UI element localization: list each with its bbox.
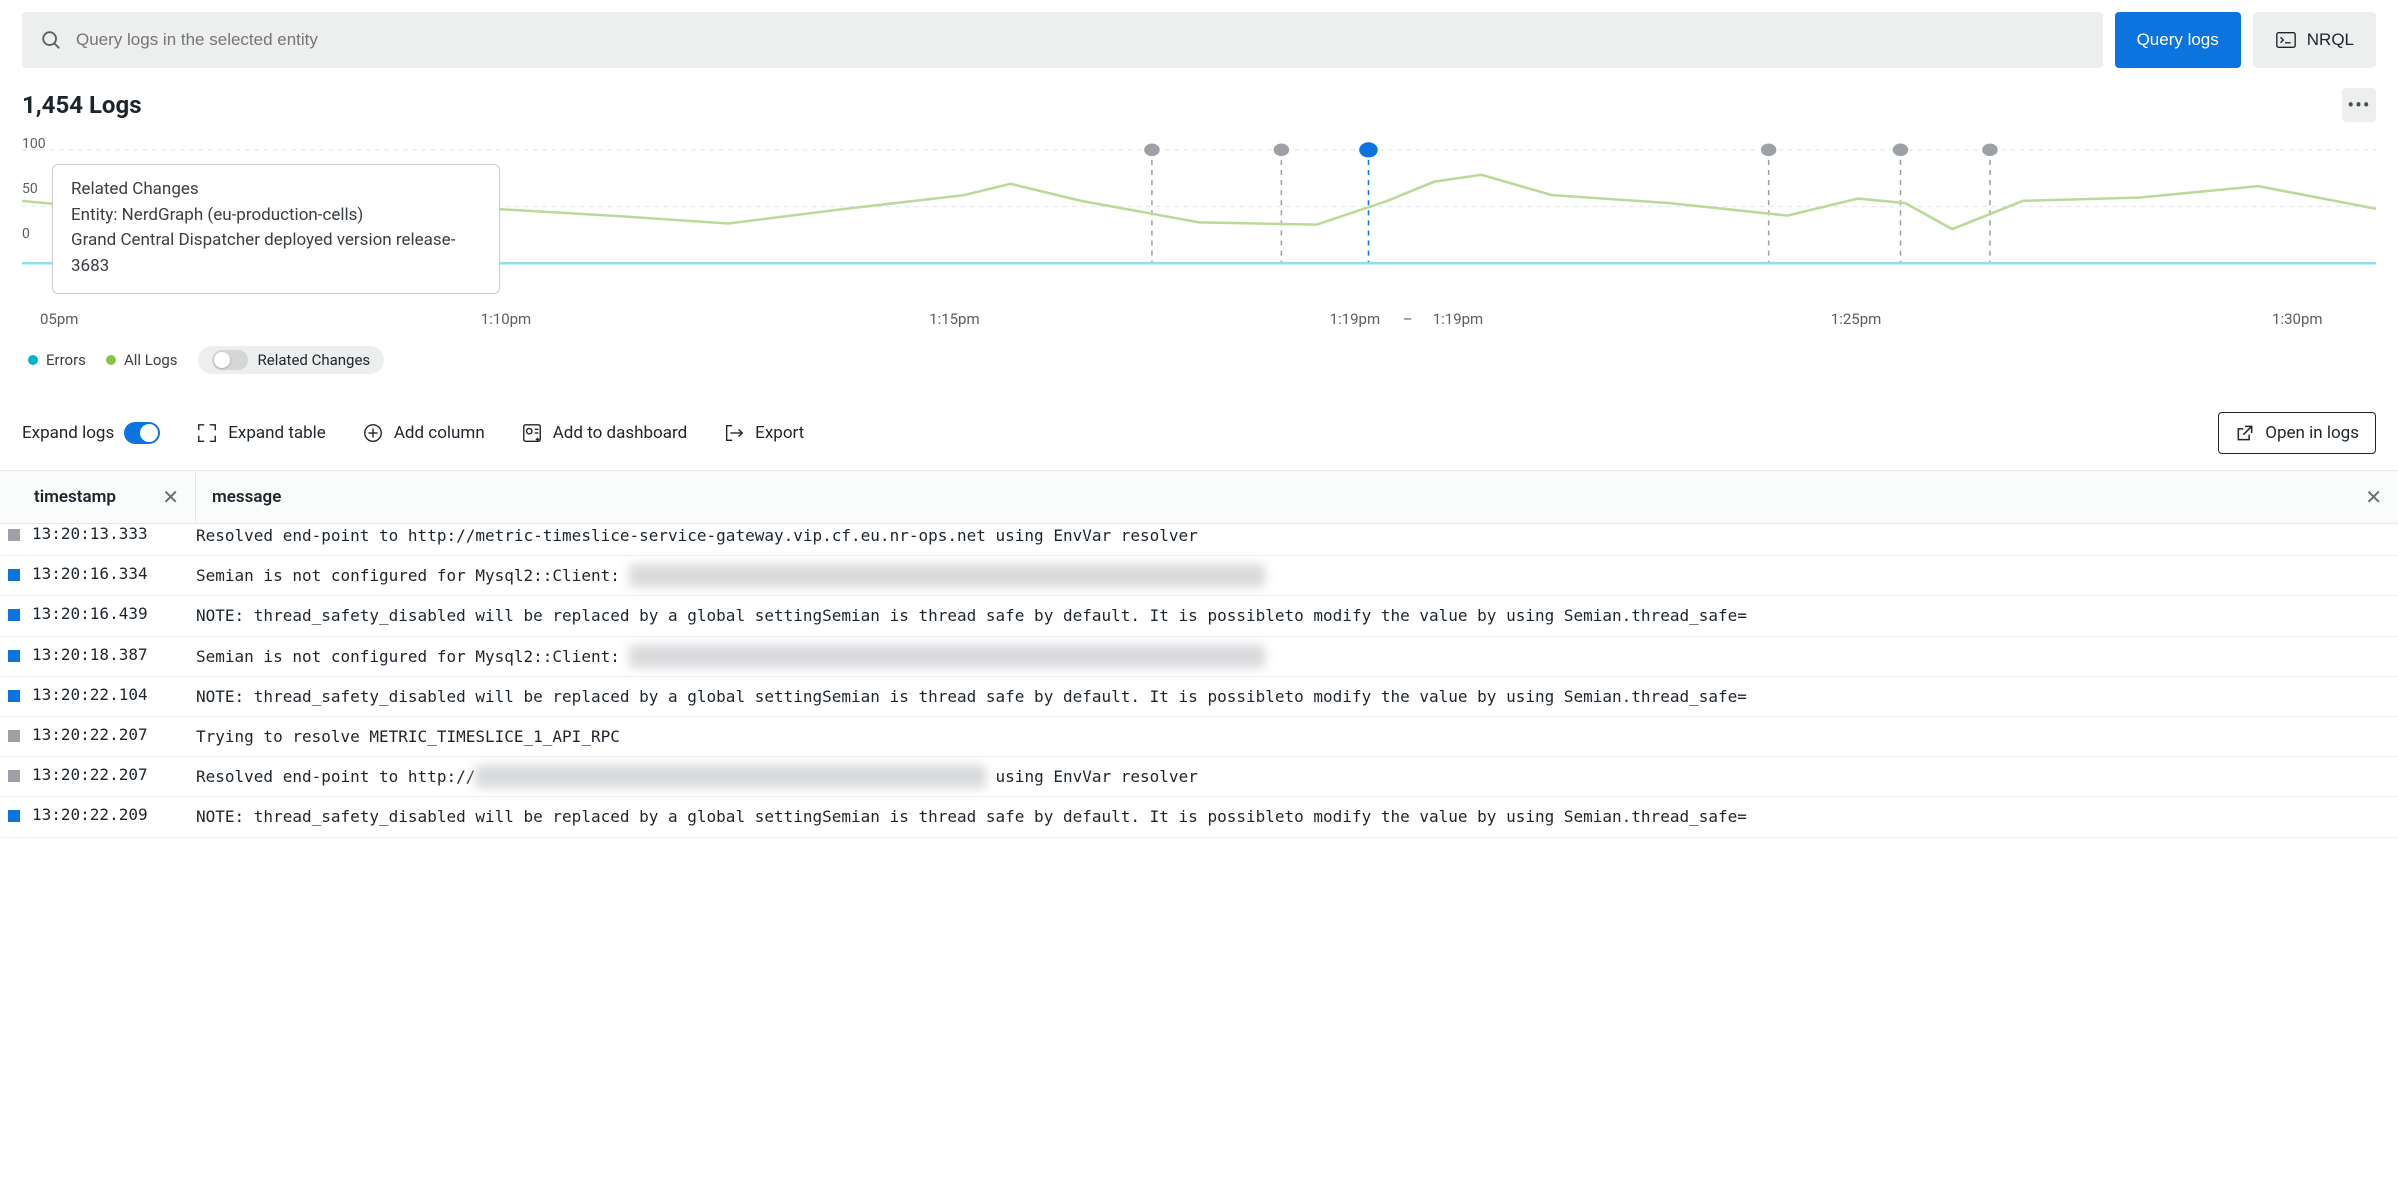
message-cell: Semian is not configured for Mysql2::Cli… bbox=[196, 645, 2398, 668]
external-link-icon bbox=[2235, 423, 2255, 443]
search-input[interactable] bbox=[76, 30, 2085, 50]
timestamp-cell: 13:20:22.207 bbox=[32, 725, 196, 748]
severity-square-icon bbox=[8, 529, 20, 541]
legend-all-logs[interactable]: All Logs bbox=[106, 351, 178, 369]
related-changes-label: Related Changes bbox=[258, 351, 371, 369]
table-row[interactable]: 13:20:22.207Trying to resolve METRIC_TIM… bbox=[0, 717, 2398, 757]
title-row: 1,454 Logs ••• bbox=[0, 80, 2398, 126]
timestamp-cell: 13:20:16.334 bbox=[32, 564, 196, 587]
severity-square-icon bbox=[8, 690, 20, 702]
severity-square-icon bbox=[8, 609, 20, 621]
table-row[interactable]: 13:20:16.334Semian is not configured for… bbox=[0, 556, 2398, 596]
table-row[interactable]: 13:20:22.207Resolved end-point to http:/… bbox=[0, 757, 2398, 797]
message-cell: Trying to resolve METRIC_TIMESLICE_1_API… bbox=[196, 725, 2398, 748]
logs-chart[interactable]: 100 50 0 Related Changes Entity: NerdGra… bbox=[0, 126, 2398, 306]
all-logs-dot-icon bbox=[106, 355, 116, 365]
y-axis-labels: 100 50 0 bbox=[22, 136, 46, 271]
chart-tooltip: Related Changes Entity: NerdGraph (eu-pr… bbox=[52, 164, 500, 294]
timestamp-cell: 13:20:16.439 bbox=[32, 604, 196, 627]
export-button[interactable]: Export bbox=[723, 422, 804, 444]
timestamp-cell: 13:20:22.207 bbox=[32, 765, 196, 788]
timestamp-cell: 13:20:22.104 bbox=[32, 685, 196, 708]
timestamp-cell: 13:20:22.209 bbox=[32, 805, 196, 828]
top-bar: Query logs NRQL bbox=[0, 0, 2398, 80]
nrql-label: NRQL bbox=[2307, 30, 2354, 50]
expand-icon bbox=[196, 422, 218, 444]
log-search-box[interactable] bbox=[22, 12, 2103, 68]
related-changes-pill[interactable]: Related Changes bbox=[198, 346, 385, 374]
x-axis-labels: 05pm 1:10pm 1:15pm 1:19pm – 1:19pm 1:25p… bbox=[0, 306, 2398, 328]
message-cell: NOTE: thread_safety_disabled will be rep… bbox=[196, 685, 2398, 708]
column-timestamp[interactable]: timestamp ✕ bbox=[0, 471, 196, 523]
table-row[interactable]: 13:20:22.104NOTE: thread_safety_disabled… bbox=[0, 677, 2398, 717]
log-table-header: timestamp ✕ message ✕ bbox=[0, 470, 2398, 524]
message-cell: NOTE: thread_safety_disabled will be rep… bbox=[196, 805, 2398, 828]
timestamp-cell: 13:20:13.333 bbox=[32, 524, 196, 547]
errors-dot-icon bbox=[28, 355, 38, 365]
table-row[interactable]: 13:20:18.387Semian is not configured for… bbox=[0, 637, 2398, 677]
message-cell: Resolved end-point to http://xxxxxxxxxxx… bbox=[196, 765, 2398, 788]
chart-legend: Errors All Logs Related Changes bbox=[0, 328, 2398, 384]
log-table-body[interactable]: 13:20:13.333Resolved end-point to http:/… bbox=[0, 524, 2398, 838]
timestamp-cell: 13:20:18.387 bbox=[32, 645, 196, 668]
query-logs-button[interactable]: Query logs bbox=[2115, 12, 2241, 68]
terminal-icon bbox=[2275, 29, 2297, 51]
severity-square-icon bbox=[8, 650, 20, 662]
close-icon[interactable]: ✕ bbox=[2365, 485, 2382, 509]
ellipsis-icon: ••• bbox=[2347, 95, 2370, 115]
legend-errors[interactable]: Errors bbox=[28, 351, 86, 369]
tooltip-title: Related Changes bbox=[71, 177, 481, 203]
page-title: 1,454 Logs bbox=[22, 91, 142, 119]
column-message[interactable]: message ✕ bbox=[196, 471, 2398, 523]
related-changes-toggle[interactable] bbox=[212, 350, 248, 370]
redacted-text: xxxxxxxxxxxxxxxxxxxxxxxxxxxxxxxxxxxxxxxx… bbox=[629, 645, 1265, 668]
redacted-text: xxxxxxxxxxxxxxxxxxxxxxxxxxxxxxxxxxxxxxxx… bbox=[629, 564, 1265, 587]
table-row[interactable]: 13:20:13.333Resolved end-point to http:/… bbox=[0, 524, 2398, 556]
tooltip-detail: Grand Central Dispatcher deployed versio… bbox=[71, 228, 481, 279]
severity-square-icon bbox=[8, 810, 20, 822]
more-menu-button[interactable]: ••• bbox=[2342, 88, 2376, 122]
message-cell: Resolved end-point to http://metric-time… bbox=[196, 524, 2398, 547]
nrql-button[interactable]: NRQL bbox=[2253, 12, 2376, 68]
add-column-button[interactable]: Add column bbox=[362, 422, 485, 444]
search-icon bbox=[40, 29, 62, 51]
message-cell: Semian is not configured for Mysql2::Cli… bbox=[196, 564, 2398, 587]
actions-row: Expand logs Expand table Add column Add … bbox=[0, 384, 2398, 470]
close-icon[interactable]: ✕ bbox=[162, 485, 179, 509]
table-row[interactable]: 13:20:16.439NOTE: thread_safety_disabled… bbox=[0, 596, 2398, 636]
expand-logs-toggle[interactable]: Expand logs bbox=[22, 422, 160, 444]
toggle-on-icon[interactable] bbox=[124, 422, 160, 444]
severity-square-icon bbox=[8, 770, 20, 782]
dashboard-icon bbox=[521, 422, 543, 444]
message-cell: NOTE: thread_safety_disabled will be rep… bbox=[196, 604, 2398, 627]
severity-square-icon bbox=[8, 730, 20, 742]
add-to-dashboard-button[interactable]: Add to dashboard bbox=[521, 422, 687, 444]
tooltip-entity: Entity: NerdGraph (eu-production-cells) bbox=[71, 203, 481, 229]
expand-table-button[interactable]: Expand table bbox=[196, 422, 326, 444]
export-icon bbox=[723, 422, 745, 444]
plus-circle-icon bbox=[362, 422, 384, 444]
redacted-text: xxxxxxxxxxxxxxxxxxxxxxxxxxxxxxxxxxxxxxxx… bbox=[475, 765, 986, 788]
severity-square-icon bbox=[8, 569, 20, 581]
table-row[interactable]: 13:20:22.209NOTE: thread_safety_disabled… bbox=[0, 797, 2398, 837]
open-in-logs-button[interactable]: Open in logs bbox=[2218, 412, 2376, 454]
